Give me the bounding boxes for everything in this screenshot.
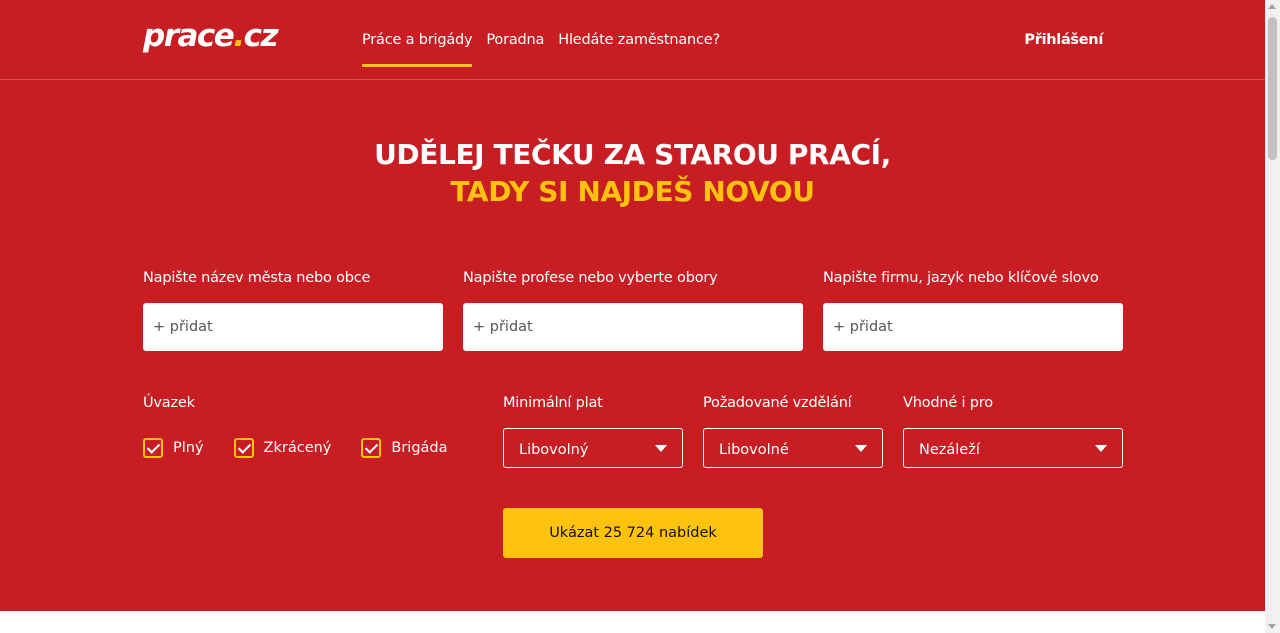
- scroll-up-icon[interactable]: [1268, 4, 1276, 9]
- logo[interactable]: prace. cz: [143, 18, 279, 58]
- location-label: Napište název města nebo obce: [143, 270, 371, 286]
- education-select[interactable]: Libovolné: [703, 428, 883, 468]
- min-salary-select[interactable]: Libovolný: [503, 428, 683, 468]
- site-header: prace. cz Práce a brigády Poradna Hledáte…: [0, 0, 1265, 80]
- checkbox-part-time[interactable]: Zkrácený: [233, 438, 332, 458]
- checkbox-temporary[interactable]: Brigáda: [361, 438, 448, 458]
- employment-options: Plný Zkrácený Brigáda: [143, 438, 478, 458]
- main-nav: Práce a brigády Poradna Hledáte zaměstna…: [362, 0, 734, 80]
- checkbox-label: Brigáda: [391, 440, 448, 456]
- location-input[interactable]: [143, 303, 443, 351]
- headline-line1: UDĚLEJ TEČKU ZA STAROU PRACÍ,: [374, 138, 891, 171]
- nav-item-jobs[interactable]: Práce a brigády: [362, 0, 473, 80]
- keyword-input[interactable]: [823, 303, 1123, 351]
- select-value: Libovolné: [719, 442, 789, 458]
- select-value: Nezáleží: [919, 442, 980, 458]
- checkbox-full-time[interactable]: Plný: [143, 438, 204, 458]
- checkmark-icon: [143, 438, 163, 458]
- keyword-label: Napište firmu, jazyk nebo klíčové slovo: [823, 270, 1099, 286]
- suitable-for-select[interactable]: Nezáleží: [903, 428, 1123, 468]
- show-offers-button[interactable]: Ukázat 25 724 nabídek: [503, 508, 763, 558]
- employment-label: Úvazek: [143, 395, 195, 411]
- checkbox-label: Zkrácený: [263, 440, 332, 456]
- min-salary-label: Minimální plat: [503, 395, 603, 411]
- logo-text: prace: [143, 18, 235, 54]
- checkmark-icon: [361, 438, 382, 458]
- hero-section: prace. cz Práce a brigády Poradna Hledáte…: [0, 0, 1265, 611]
- select-value: Libovolný: [519, 442, 589, 458]
- profession-input[interactable]: [463, 303, 803, 351]
- nav-item-advice[interactable]: Poradna: [486, 0, 544, 80]
- scroll-down-icon[interactable]: [1268, 624, 1276, 629]
- page: prace. cz Práce a brigády Poradna Hledáte…: [0, 0, 1265, 633]
- education-label: Požadované vzdělání: [703, 395, 852, 411]
- headline-line2: TADY SI NAJDEŠ NOVOU: [450, 175, 815, 208]
- caret-down-icon: [1095, 445, 1107, 452]
- scroll-thumb[interactable]: [1268, 17, 1277, 160]
- suitable-for-label: Vhodné i pro: [903, 395, 993, 411]
- logo-dot: .: [233, 18, 245, 54]
- profession-label: Napište profese nebo vyberte obory: [463, 270, 718, 286]
- caret-down-icon: [855, 445, 867, 452]
- caret-down-icon: [655, 445, 667, 452]
- logo-tld: cz: [243, 18, 279, 54]
- checkmark-icon: [233, 438, 254, 458]
- checkbox-label: Plný: [173, 440, 204, 456]
- scrollbar[interactable]: [1265, 0, 1280, 633]
- nav-item-employers[interactable]: Hledáte zaměstnance?: [558, 0, 720, 80]
- login-link[interactable]: Přihlášení: [1024, 0, 1103, 80]
